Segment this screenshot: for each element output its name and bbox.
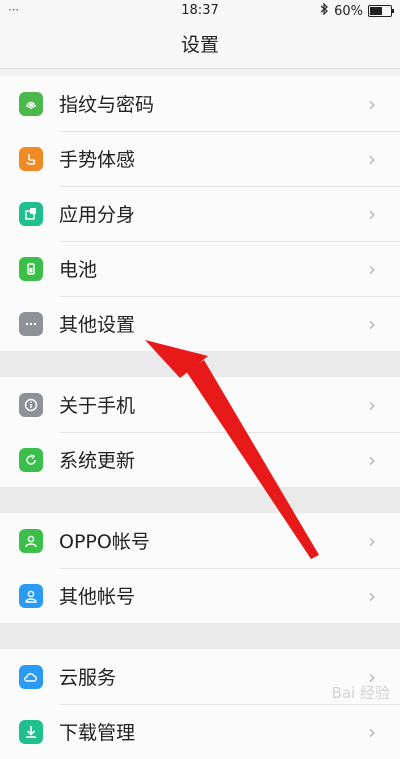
settings-item-label: OPPO帐号 xyxy=(59,531,150,553)
chevron-right-icon: › xyxy=(368,201,376,226)
chevron-right-icon: › xyxy=(368,447,376,472)
settings-item-other-accounts[interactable]: 其他帐号 › xyxy=(0,568,400,623)
page-title: 设置 xyxy=(180,34,219,56)
settings-item-label: 指纹与密码 xyxy=(59,94,155,116)
settings-item-label: 系统更新 xyxy=(59,450,136,472)
cloud-icon xyxy=(19,664,43,689)
other-accounts-icon xyxy=(19,583,43,608)
chevron-right-icon: › xyxy=(368,91,376,116)
settings-item-system-update[interactable]: 系统更新 › xyxy=(0,432,400,487)
chevron-right-icon: › xyxy=(368,311,376,336)
settings-item-more-dots[interactable]: 其他设置 › xyxy=(0,296,400,351)
settings-group: 关于手机 › 系统更新 › xyxy=(0,377,400,487)
battery-icon xyxy=(19,256,43,281)
settings-item-app-clone[interactable]: 应用分身 › xyxy=(0,186,400,241)
settings-header: 设置 xyxy=(0,22,400,69)
chevron-right-icon: › xyxy=(368,146,376,171)
system-update-icon xyxy=(19,447,43,472)
battery-fill xyxy=(370,7,382,15)
bluetooth-icon xyxy=(320,2,329,19)
settings-item-label: 下载管理 xyxy=(59,722,136,744)
chevron-right-icon: › xyxy=(368,528,376,553)
hand-gesture-icon xyxy=(19,146,43,171)
info-icon xyxy=(19,392,43,417)
status-bar: ⋯ 18:37 60% xyxy=(0,0,400,22)
fingerprint-icon xyxy=(19,91,43,116)
section-divider xyxy=(0,487,400,513)
settings-list: 指纹与密码 › 手势体感 › 应用分身 › 电池 › 其他设置 › 关于手机 › 系统更新 › OPPO帐号… xyxy=(0,76,400,759)
chevron-right-icon: › xyxy=(368,256,376,281)
download-icon xyxy=(19,719,43,744)
settings-item-label: 手势体感 xyxy=(59,149,136,171)
settings-item-label: 关于手机 xyxy=(59,395,136,417)
status-right: 60% xyxy=(320,2,394,19)
settings-group: 指纹与密码 › 手势体感 › 应用分身 › 电池 › 其他设置 › xyxy=(0,76,400,351)
settings-group: 云服务 › 下载管理 › xyxy=(0,649,400,759)
settings-item-oppo-account[interactable]: OPPO帐号 › xyxy=(0,513,400,568)
chevron-right-icon: › xyxy=(368,392,376,417)
chevron-right-icon: › xyxy=(368,719,376,744)
settings-item-info[interactable]: 关于手机 › xyxy=(0,377,400,432)
chevron-right-icon: › xyxy=(368,583,376,608)
settings-item-battery[interactable]: 电池 › xyxy=(0,241,400,296)
section-divider xyxy=(0,351,400,377)
settings-item-label: 云服务 xyxy=(59,667,117,689)
settings-item-label: 电池 xyxy=(59,259,98,281)
app-clone-icon xyxy=(19,201,43,226)
settings-group: OPPO帐号 › 其他帐号 › xyxy=(0,513,400,623)
settings-item-label: 应用分身 xyxy=(59,204,136,226)
settings-item-label: 其他帐号 xyxy=(59,586,136,608)
settings-item-download[interactable]: 下载管理 › xyxy=(0,704,400,759)
oppo-account-icon xyxy=(19,528,43,553)
battery-status-icon xyxy=(368,5,394,17)
settings-item-label: 其他设置 xyxy=(59,314,136,336)
watermark: Bai 经验 xyxy=(331,684,390,702)
section-divider xyxy=(0,623,400,649)
battery-percent: 60% xyxy=(334,3,363,19)
settings-item-hand-gesture[interactable]: 手势体感 › xyxy=(0,131,400,186)
settings-item-fingerprint[interactable]: 指纹与密码 › xyxy=(0,76,400,131)
more-dots-icon xyxy=(19,311,43,336)
